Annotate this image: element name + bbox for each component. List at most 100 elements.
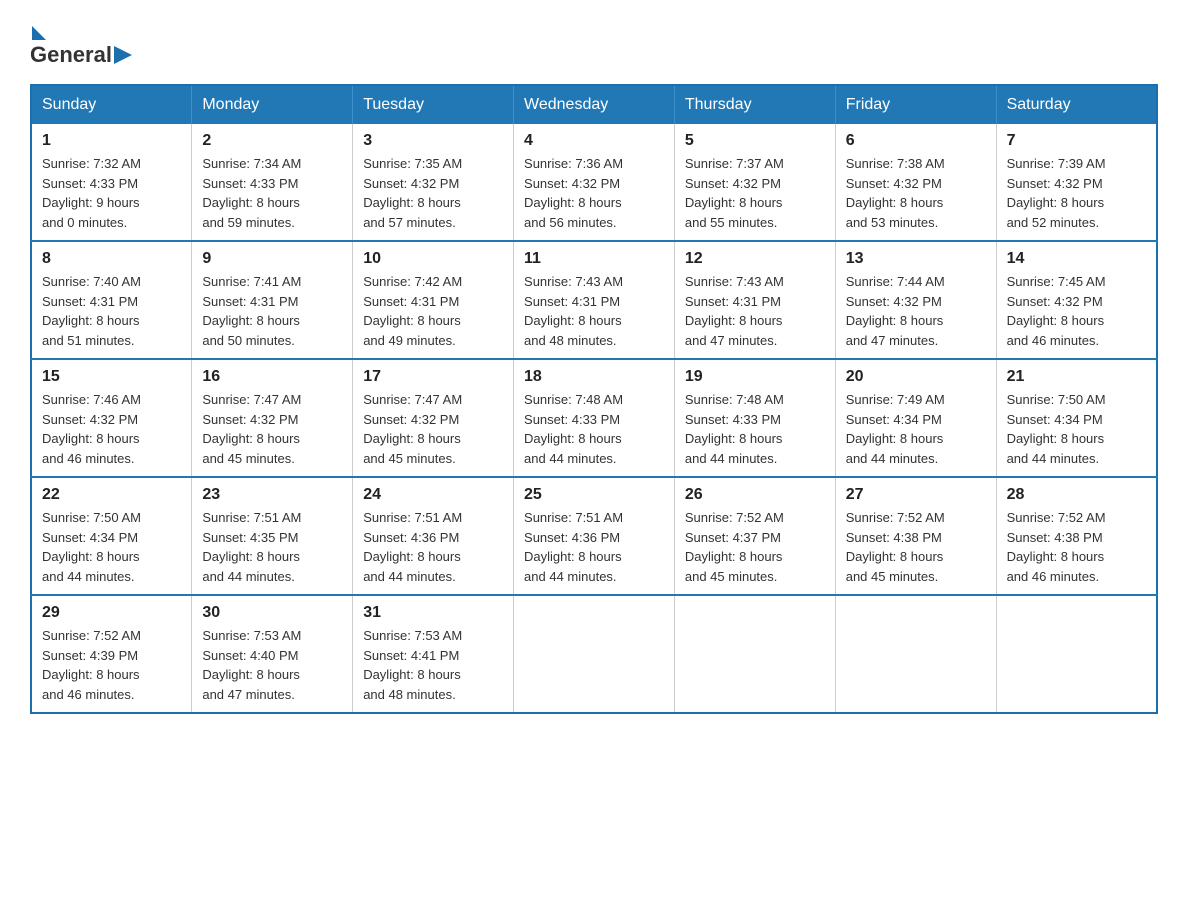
calendar-day-cell: 22 Sunrise: 7:50 AMSunset: 4:34 PMDayligh… <box>31 477 192 595</box>
calendar-day-cell: 12 Sunrise: 7:43 AMSunset: 4:31 PMDayligh… <box>674 241 835 359</box>
day-number: 14 <box>1007 250 1146 268</box>
calendar-day-cell: 30 Sunrise: 7:53 AMSunset: 4:40 PMDayligh… <box>192 595 353 713</box>
day-number: 7 <box>1007 132 1146 150</box>
day-number: 22 <box>42 486 181 504</box>
day-info: Sunrise: 7:41 AMSunset: 4:31 PMDaylight:… <box>202 272 342 350</box>
day-info: Sunrise: 7:42 AMSunset: 4:31 PMDaylight:… <box>363 272 503 350</box>
day-number: 13 <box>846 250 986 268</box>
day-info: Sunrise: 7:53 AMSunset: 4:40 PMDaylight:… <box>202 626 342 704</box>
day-number: 27 <box>846 486 986 504</box>
day-info: Sunrise: 7:48 AMSunset: 4:33 PMDaylight:… <box>685 390 825 468</box>
logo-general-text2: General <box>30 42 112 68</box>
day-info: Sunrise: 7:53 AMSunset: 4:41 PMDaylight:… <box>363 626 503 704</box>
calendar-day-cell: 11 Sunrise: 7:43 AMSunset: 4:31 PMDayligh… <box>514 241 675 359</box>
day-number: 23 <box>202 486 342 504</box>
day-number: 9 <box>202 250 342 268</box>
day-info: Sunrise: 7:52 AMSunset: 4:39 PMDaylight:… <box>42 626 181 704</box>
calendar-day-cell: 13 Sunrise: 7:44 AMSunset: 4:32 PMDayligh… <box>835 241 996 359</box>
day-number: 18 <box>524 368 664 386</box>
calendar-day-cell: 17 Sunrise: 7:47 AMSunset: 4:32 PMDayligh… <box>353 359 514 477</box>
calendar-day-cell: 3 Sunrise: 7:35 AMSunset: 4:32 PMDaylight… <box>353 124 514 241</box>
logo-arrow-icon <box>32 26 46 40</box>
calendar-day-cell: 18 Sunrise: 7:48 AMSunset: 4:33 PMDayligh… <box>514 359 675 477</box>
calendar-day-cell: 24Sunrise: 7:51 AMSunset: 4:36 PMDayligh… <box>353 477 514 595</box>
day-number: 15 <box>42 368 181 386</box>
day-number: 24 <box>363 486 503 504</box>
day-info: Sunrise: 7:44 AMSunset: 4:32 PMDaylight:… <box>846 272 986 350</box>
day-info: Sunrise: 7:38 AMSunset: 4:32 PMDaylight:… <box>846 154 986 232</box>
day-number: 1 <box>42 132 181 150</box>
calendar-day-cell: 25 Sunrise: 7:51 AMSunset: 4:36 PMDayligh… <box>514 477 675 595</box>
day-number: 30 <box>202 604 342 622</box>
day-info: Sunrise: 7:34 AMSunset: 4:33 PMDaylight:… <box>202 154 342 232</box>
day-info: Sunrise: 7:35 AMSunset: 4:32 PMDaylight:… <box>363 154 503 232</box>
calendar-week-2: 8 Sunrise: 7:40 AMSunset: 4:31 PMDaylight… <box>31 241 1157 359</box>
calendar-week-5: 29 Sunrise: 7:52 AMSunset: 4:39 PMDayligh… <box>31 595 1157 713</box>
day-number: 28 <box>1007 486 1146 504</box>
day-info: Sunrise: 7:46 AMSunset: 4:32 PMDaylight:… <box>42 390 181 468</box>
calendar-day-cell: 1 Sunrise: 7:32 AMSunset: 4:33 PMDaylight… <box>31 124 192 241</box>
day-info: Sunrise: 7:52 AMSunset: 4:37 PMDaylight:… <box>685 508 825 586</box>
calendar-day-cell: 19Sunrise: 7:48 AMSunset: 4:33 PMDayligh… <box>674 359 835 477</box>
header-cell-sunday: Sunday <box>31 85 192 124</box>
calendar-day-cell: 8 Sunrise: 7:40 AMSunset: 4:31 PMDaylight… <box>31 241 192 359</box>
day-number: 5 <box>685 132 825 150</box>
calendar-day-cell: 23 Sunrise: 7:51 AMSunset: 4:35 PMDayligh… <box>192 477 353 595</box>
calendar-day-cell <box>996 595 1157 713</box>
day-number: 25 <box>524 486 664 504</box>
day-number: 6 <box>846 132 986 150</box>
calendar-day-cell <box>835 595 996 713</box>
header-cell-friday: Friday <box>835 85 996 124</box>
calendar-body: 1 Sunrise: 7:32 AMSunset: 4:33 PMDaylight… <box>31 124 1157 713</box>
day-info: Sunrise: 7:37 AMSunset: 4:32 PMDaylight:… <box>685 154 825 232</box>
logo: General <box>30 20 134 66</box>
day-number: 20 <box>846 368 986 386</box>
calendar-day-cell: 26 Sunrise: 7:52 AMSunset: 4:37 PMDayligh… <box>674 477 835 595</box>
calendar-header: SundayMondayTuesdayWednesdayThursdayFrid… <box>31 85 1157 124</box>
calendar-day-cell <box>674 595 835 713</box>
day-info: Sunrise: 7:50 AMSunset: 4:34 PMDaylight:… <box>1007 390 1146 468</box>
day-number: 4 <box>524 132 664 150</box>
day-number: 11 <box>524 250 664 268</box>
day-info: Sunrise: 7:36 AMSunset: 4:32 PMDaylight:… <box>524 154 664 232</box>
day-info: Sunrise: 7:43 AMSunset: 4:31 PMDaylight:… <box>685 272 825 350</box>
day-info: Sunrise: 7:32 AMSunset: 4:33 PMDaylight:… <box>42 154 181 232</box>
header-row: SundayMondayTuesdayWednesdayThursdayFrid… <box>31 85 1157 124</box>
day-number: 12 <box>685 250 825 268</box>
day-number: 2 <box>202 132 342 150</box>
logo-triangle-icon <box>114 46 132 64</box>
header-cell-wednesday: Wednesday <box>514 85 675 124</box>
calendar-day-cell: 15 Sunrise: 7:46 AMSunset: 4:32 PMDayligh… <box>31 359 192 477</box>
day-number: 8 <box>42 250 181 268</box>
header-cell-saturday: Saturday <box>996 85 1157 124</box>
calendar-day-cell: 21 Sunrise: 7:50 AMSunset: 4:34 PMDayligh… <box>996 359 1157 477</box>
day-info: Sunrise: 7:39 AMSunset: 4:32 PMDaylight:… <box>1007 154 1146 232</box>
day-info: Sunrise: 7:43 AMSunset: 4:31 PMDaylight:… <box>524 272 664 350</box>
day-number: 29 <box>42 604 181 622</box>
day-info: Sunrise: 7:48 AMSunset: 4:33 PMDaylight:… <box>524 390 664 468</box>
day-info: Sunrise: 7:47 AMSunset: 4:32 PMDaylight:… <box>202 390 342 468</box>
calendar-table: SundayMondayTuesdayWednesdayThursdayFrid… <box>30 84 1158 714</box>
calendar-day-cell: 29 Sunrise: 7:52 AMSunset: 4:39 PMDayligh… <box>31 595 192 713</box>
calendar-week-1: 1 Sunrise: 7:32 AMSunset: 4:33 PMDaylight… <box>31 124 1157 241</box>
day-number: 26 <box>685 486 825 504</box>
calendar-day-cell: 20 Sunrise: 7:49 AMSunset: 4:34 PMDayligh… <box>835 359 996 477</box>
day-info: Sunrise: 7:52 AMSunset: 4:38 PMDaylight:… <box>846 508 986 586</box>
day-number: 17 <box>363 368 503 386</box>
calendar-day-cell: 16 Sunrise: 7:47 AMSunset: 4:32 PMDayligh… <box>192 359 353 477</box>
day-number: 3 <box>363 132 503 150</box>
day-info: Sunrise: 7:49 AMSunset: 4:34 PMDaylight:… <box>846 390 986 468</box>
page-header: General <box>30 20 1158 66</box>
day-number: 21 <box>1007 368 1146 386</box>
calendar-day-cell: 27 Sunrise: 7:52 AMSunset: 4:38 PMDayligh… <box>835 477 996 595</box>
day-info: Sunrise: 7:40 AMSunset: 4:31 PMDaylight:… <box>42 272 181 350</box>
day-info: Sunrise: 7:51 AMSunset: 4:36 PMDaylight:… <box>524 508 664 586</box>
day-number: 16 <box>202 368 342 386</box>
day-number: 31 <box>363 604 503 622</box>
day-info: Sunrise: 7:51 AMSunset: 4:35 PMDaylight:… <box>202 508 342 586</box>
calendar-day-cell: 5 Sunrise: 7:37 AMSunset: 4:32 PMDaylight… <box>674 124 835 241</box>
day-info: Sunrise: 7:47 AMSunset: 4:32 PMDaylight:… <box>363 390 503 468</box>
calendar-day-cell: 9 Sunrise: 7:41 AMSunset: 4:31 PMDaylight… <box>192 241 353 359</box>
calendar-day-cell: 28Sunrise: 7:52 AMSunset: 4:38 PMDayligh… <box>996 477 1157 595</box>
day-info: Sunrise: 7:50 AMSunset: 4:34 PMDaylight:… <box>42 508 181 586</box>
